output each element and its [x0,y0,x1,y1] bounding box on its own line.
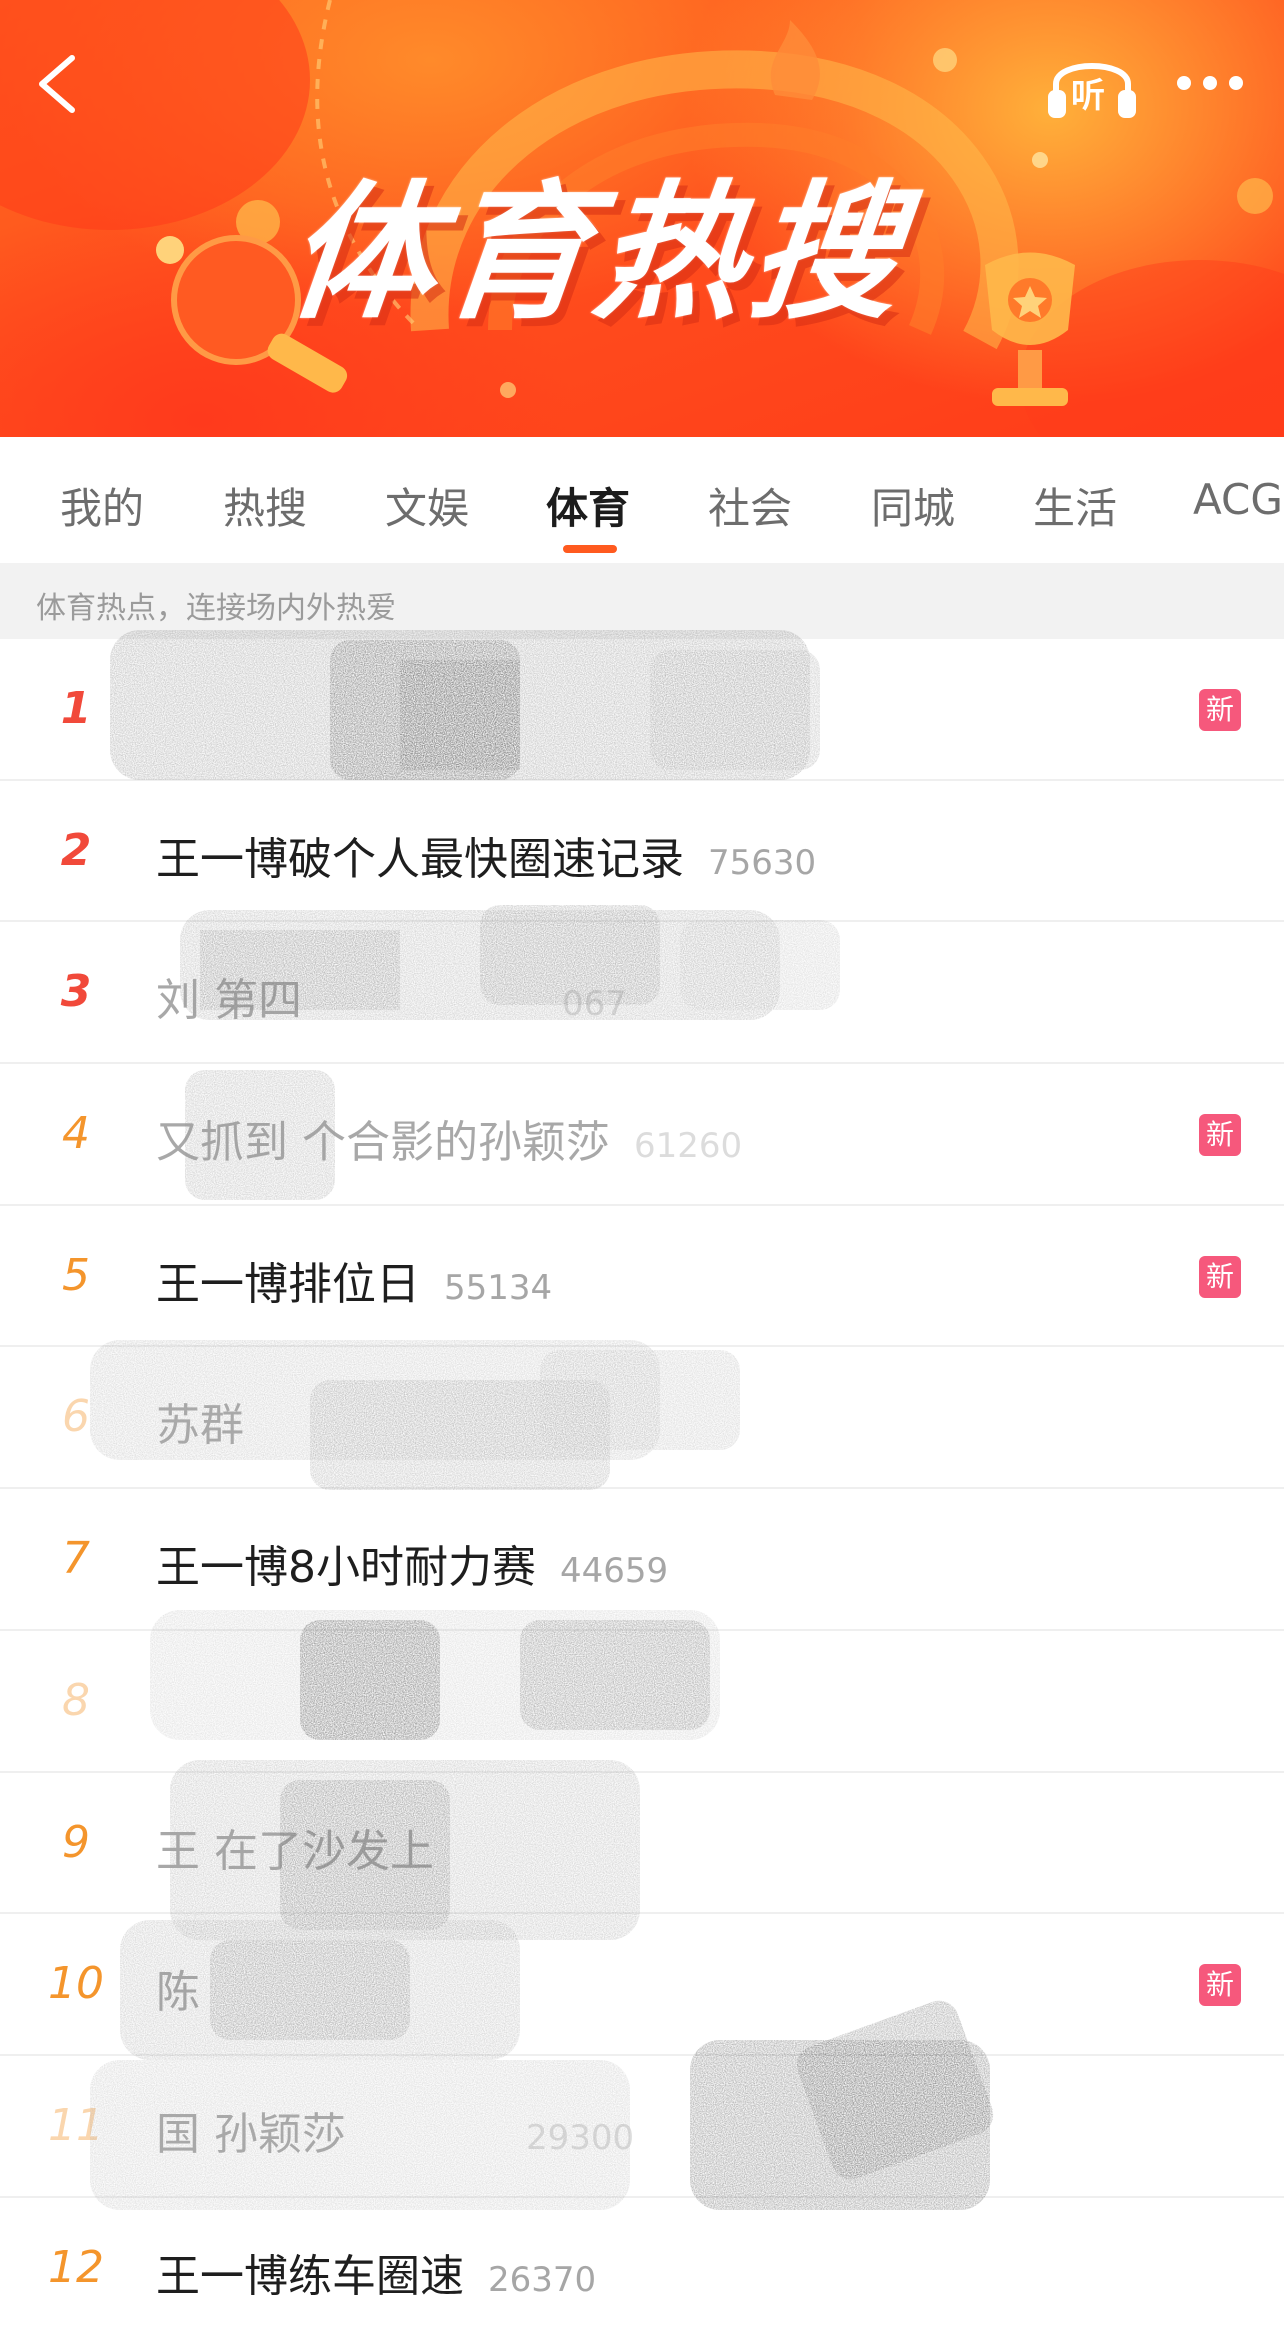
rank-number: 5 [62,1249,90,1301]
tab-entertainment[interactable]: 文娱 [385,475,469,536]
rank-number: 9 [62,1816,90,1868]
item-title: 王一博练车圈速 26370 [156,2250,597,2302]
rank-number: 11 [48,2099,104,2151]
heat-count: 26370 [488,2259,597,2300]
rank-number: 1 [60,683,92,734]
list-item[interactable]: 8 [0,1631,1284,1773]
rank-number: 6 [62,1391,90,1443]
list-item[interactable]: 9 王 在了沙发上 [0,1773,1284,1915]
tab-society[interactable]: 社会 [708,475,792,536]
chevron-left-icon [39,55,75,113]
item-title: 刘 第四 067 [156,975,627,1027]
section-subtitle: 体育热点，连接场内外热爱 [0,563,1284,639]
item-title: 王一博破个人最快圈速记录 75630 [156,833,817,885]
sports-banner: 体育热搜 听 [0,0,1284,437]
item-title: 陈 [156,1967,200,2019]
list-item[interactable]: 4 又抓到 个合影的孙颖莎 61260 新 [0,1064,1284,1206]
heat-count: 44659 [560,1551,669,1592]
active-tab-indicator [563,545,617,553]
tab-sports[interactable]: 体育 [546,475,630,536]
listen-button[interactable]: 听 [1046,46,1138,122]
list-item[interactable]: 6 苏群 [0,1347,1284,1490]
hot-search-list: 1 新 2 王一博破个人最快圈速记录 75630 3 刘 第四 067 4 又抓到 … [0,639,1284,2332]
list-item[interactable]: 11 国 孙颖莎 29300 [0,2056,1284,2198]
heat-count: 29300 [526,2117,635,2158]
category-tabs: 我的 热搜 文娱 体育 社会 同城 生活 ACG [0,437,1284,563]
list-item[interactable]: 12 王一博练车圈速 26370 [0,2198,1284,2332]
heat-count: 067 [562,984,627,1025]
rank-number: 4 [62,1108,90,1160]
tab-mine[interactable]: 我的 [60,475,144,536]
listen-label: 听 [1071,76,1105,116]
back-button[interactable] [28,48,88,120]
tab-life[interactable]: 生活 [1033,475,1117,536]
new-badge: 新 [1199,689,1241,731]
list-item[interactable]: 3 刘 第四 067 [0,922,1284,1065]
item-title [156,1673,180,1724]
more-button[interactable] [1168,58,1252,108]
tab-hot[interactable]: 热搜 [223,475,307,536]
list-item[interactable]: 2 王一博破个人最快圈速记录 75630 [0,781,1284,923]
item-title: 国 孙颖莎 29300 [156,2108,635,2160]
item-title [156,681,180,732]
list-item[interactable]: 7 王一博8小时耐力赛 44659 [0,1489,1284,1631]
item-title: 苏群 [156,1400,244,1452]
item-title: 王一博排位日 55134 [156,1258,553,1310]
list-item[interactable]: 5 王一博排位日 55134 新 [0,1206,1284,1348]
rank-number: 8 [62,1674,90,1726]
new-badge: 新 [1199,1255,1241,1298]
list-item[interactable]: 1 新 [0,639,1284,781]
item-title: 王一博8小时耐力赛 44659 [156,1542,669,1594]
list-item[interactable]: 10 陈 新 [0,1914,1284,2056]
item-title: 又抓到 个合影的孙颖莎 61260 [156,1117,743,1169]
new-badge: 新 [1199,1964,1241,2007]
tab-acg[interactable]: ACG [1193,475,1283,524]
heat-count: 61260 [634,1126,743,1167]
page-title: 体育热搜 [279,167,914,339]
rank-number: 2 [60,824,92,876]
rank-number: 7 [62,1533,90,1585]
tab-city[interactable]: 同城 [871,475,955,536]
ellipsis-icon [1177,76,1243,90]
heat-count: 55134 [444,1267,553,1308]
rank-number: 3 [60,966,92,1018]
item-title: 王 在了沙发上 [156,1825,434,1877]
new-badge: 新 [1199,1114,1241,1157]
rank-number: 12 [48,2241,104,2293]
hot-search-page: 体育热搜 听 我的 热搜 文娱 体育 社会 同城 生活 ACG 体育热点，连接场… [0,0,1284,2332]
rank-number: 10 [48,1958,104,2010]
heat-count: 75630 [708,842,817,883]
